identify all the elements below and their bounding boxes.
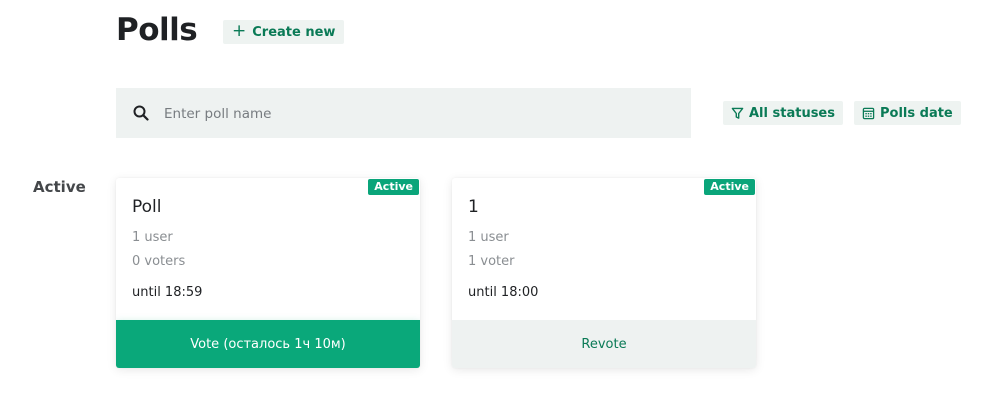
poll-card[interactable]: Active Poll 1 user 0 voters until 18:59 … [116,178,420,368]
section-label-active: Active [33,178,86,196]
status-badge: Active [704,179,755,195]
calendar-icon [862,107,875,119]
poll-users: 1 user [468,230,509,245]
poll-voters: 1 voter [468,254,515,269]
status-filter-label: All statuses [749,105,835,121]
page-title: Polls [116,12,198,48]
poll-users: 1 user [132,230,173,245]
status-filter-button[interactable]: All statuses [723,101,843,125]
date-filter-label: Polls date [880,105,953,121]
create-new-label: Create new [252,24,336,40]
search-input[interactable] [162,88,666,140]
filter-icon [731,107,744,119]
poll-deadline: until 18:00 [468,285,539,300]
revote-button[interactable]: Revote [452,320,756,368]
poll-name: Poll [132,197,162,217]
plus-icon: + [232,21,247,41]
search-icon [133,105,149,121]
poll-voters: 0 voters [132,254,186,269]
date-filter-button[interactable]: Polls date [854,101,961,125]
create-new-button[interactable]: + Create new [223,20,345,44]
search-bar [116,88,691,140]
poll-card[interactable]: Active 1 1 user 1 voter until 18:00 Revo… [452,178,756,368]
poll-deadline: until 18:59 [132,285,203,300]
poll-name: 1 [468,197,479,217]
vote-button[interactable]: Vote (осталось 1ч 10м) [116,320,420,368]
status-badge: Active [368,179,419,195]
